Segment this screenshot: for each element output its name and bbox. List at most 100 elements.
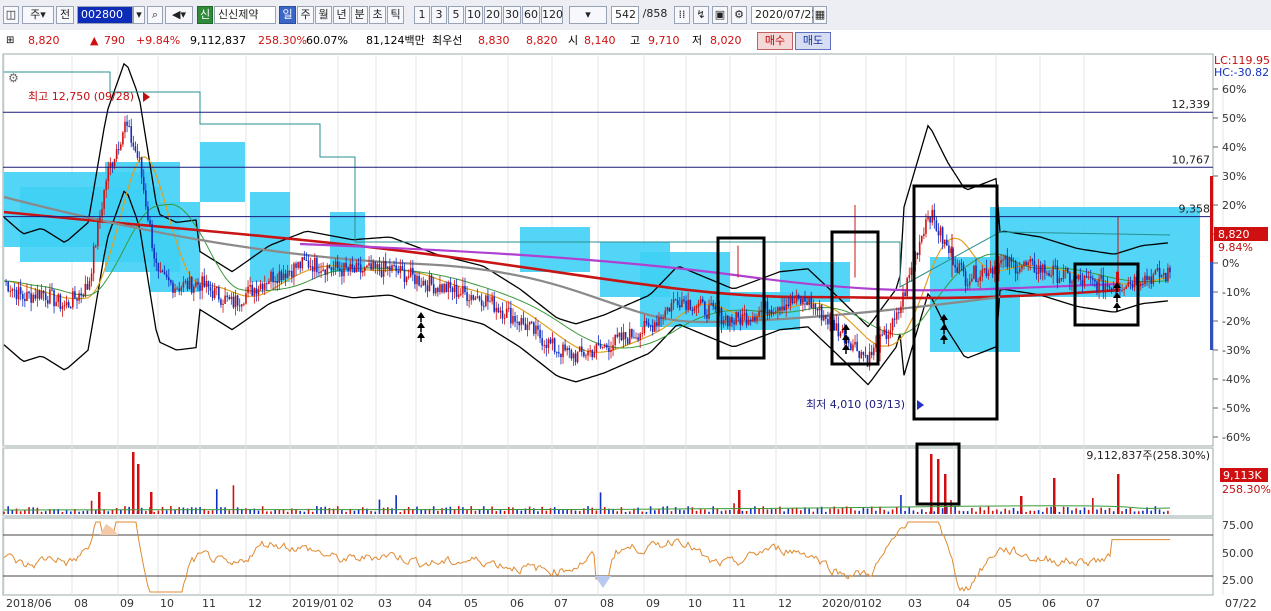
last-pct-label: 9.84% [1218, 241, 1253, 254]
volume-bar [570, 509, 573, 514]
candle-body [864, 354, 867, 356]
volume-bar [466, 510, 468, 514]
interval-button-3[interactable]: 3 [431, 6, 447, 24]
gear-icon[interactable]: ⚙ [731, 6, 747, 24]
candle-body [599, 344, 602, 348]
volume-bar [920, 509, 923, 514]
candle-body [971, 278, 973, 282]
candle-body [255, 288, 258, 295]
period-button-0[interactable]: 일 [279, 6, 296, 24]
candle-body [218, 287, 220, 300]
candle-body [735, 312, 737, 325]
candle-body [1081, 279, 1084, 285]
period-button-4[interactable]: 분 [351, 6, 368, 24]
candle-body [272, 271, 274, 283]
interval-button-120[interactable]: 120 [541, 6, 563, 24]
sell-button[interactable]: 매도 [795, 32, 831, 50]
period-button-2[interactable]: 월 [315, 6, 332, 24]
candle-body [466, 292, 468, 302]
candle-body [760, 310, 762, 312]
period-button-1[interactable]: 주 [297, 6, 314, 24]
interval-button-5[interactable]: 5 [448, 6, 464, 24]
volume-bar [82, 511, 85, 514]
chart-type-icon[interactable]: ◫ [3, 6, 19, 24]
volume-bar [749, 508, 752, 514]
save-icon[interactable]: ▣ [712, 6, 728, 24]
calendar-icon[interactable]: ▦ [813, 6, 827, 24]
period-button-3[interactable]: 년 [333, 6, 350, 24]
candle-body [825, 315, 827, 319]
expand-icon[interactable]: ⊞ [6, 33, 14, 49]
interval-dropdown[interactable]: ▾ [569, 6, 607, 24]
level-label: 9,358 [1179, 203, 1211, 216]
candle-body [90, 273, 93, 282]
volume-bar [157, 510, 160, 514]
interval-button-20[interactable]: 20 [484, 6, 502, 24]
code-dropdown-icon[interactable]: ▾ [133, 6, 145, 24]
prev-button[interactable]: 전 [56, 6, 74, 24]
candle-body [263, 283, 266, 290]
period-button-6[interactable]: 틱 [387, 6, 404, 24]
date-input[interactable]: 2020/07/22 [751, 6, 818, 24]
candle-body [918, 241, 921, 256]
volume-bar [1167, 510, 1169, 514]
candle-body [376, 264, 379, 268]
volume-bar [620, 507, 623, 514]
stock-name-field[interactable]: 신신제약 [214, 6, 276, 24]
candle-body [345, 263, 347, 268]
candle-body [562, 344, 564, 358]
candle-body [414, 274, 416, 285]
candle-body [1002, 259, 1004, 261]
candle-body [1092, 278, 1094, 280]
count-input[interactable]: 542 [611, 6, 639, 24]
candle-body [19, 287, 22, 295]
volume-bar [1142, 510, 1144, 514]
x-tick-label: 2018/06 [6, 597, 52, 610]
volume-bar [107, 511, 110, 514]
candle-body [412, 268, 414, 275]
market-badge: 신 [197, 6, 213, 24]
volume-bar [616, 511, 619, 514]
volume-bar [378, 499, 381, 514]
price-chart[interactable]: 2018/06 08 09 10 11 12 2019/01 02 03 04 05 06 07 08 09… [0, 52, 1271, 611]
volume-bar [228, 510, 231, 514]
candle-body [714, 306, 717, 310]
candle-body [11, 289, 14, 291]
stock-code-input[interactable]: 002800 [77, 6, 133, 24]
candle-body [781, 306, 783, 311]
interval-button-10[interactable]: 10 [465, 6, 483, 24]
interval-button-60[interactable]: 60 [522, 6, 540, 24]
chart-settings-icon[interactable]: ⚙ [8, 71, 19, 85]
search-icon[interactable]: ⌕ [147, 6, 163, 24]
interval-button-1[interactable]: 1 [414, 6, 430, 24]
sound-icon[interactable]: ◀▾ [165, 6, 193, 24]
volume-bar [416, 506, 418, 514]
volume-spike [738, 490, 741, 514]
volume-bar [800, 510, 802, 514]
candle-body [430, 275, 433, 285]
period-mode-select[interactable]: 주▾ [22, 6, 54, 24]
grid-icon[interactable]: ⁞⁞ [674, 6, 690, 24]
volume-bar [1046, 507, 1048, 514]
candle-body [122, 132, 124, 145]
candle-body [213, 287, 216, 298]
volume-bar [1050, 506, 1052, 514]
volume-bar [983, 510, 986, 514]
volume-bar [528, 506, 531, 514]
total-count: /858 [642, 7, 668, 20]
candle-body [101, 208, 103, 218]
volume-bar [925, 511, 927, 514]
candle-body [666, 307, 669, 311]
candle-body [424, 280, 427, 286]
buy-button[interactable]: 매수 [757, 32, 793, 50]
interval-button-30[interactable]: 30 [503, 6, 521, 24]
x-tick-label: 05 [998, 597, 1012, 610]
low-label: 저 [692, 34, 703, 47]
candle-body [88, 281, 91, 290]
candle-body [457, 294, 460, 297]
period-button-5[interactable]: 초 [369, 6, 386, 24]
candle-body [539, 329, 541, 339]
tools-icon[interactable]: ↯ [693, 6, 709, 24]
candle-body [1046, 272, 1048, 274]
candle-body [752, 316, 754, 322]
